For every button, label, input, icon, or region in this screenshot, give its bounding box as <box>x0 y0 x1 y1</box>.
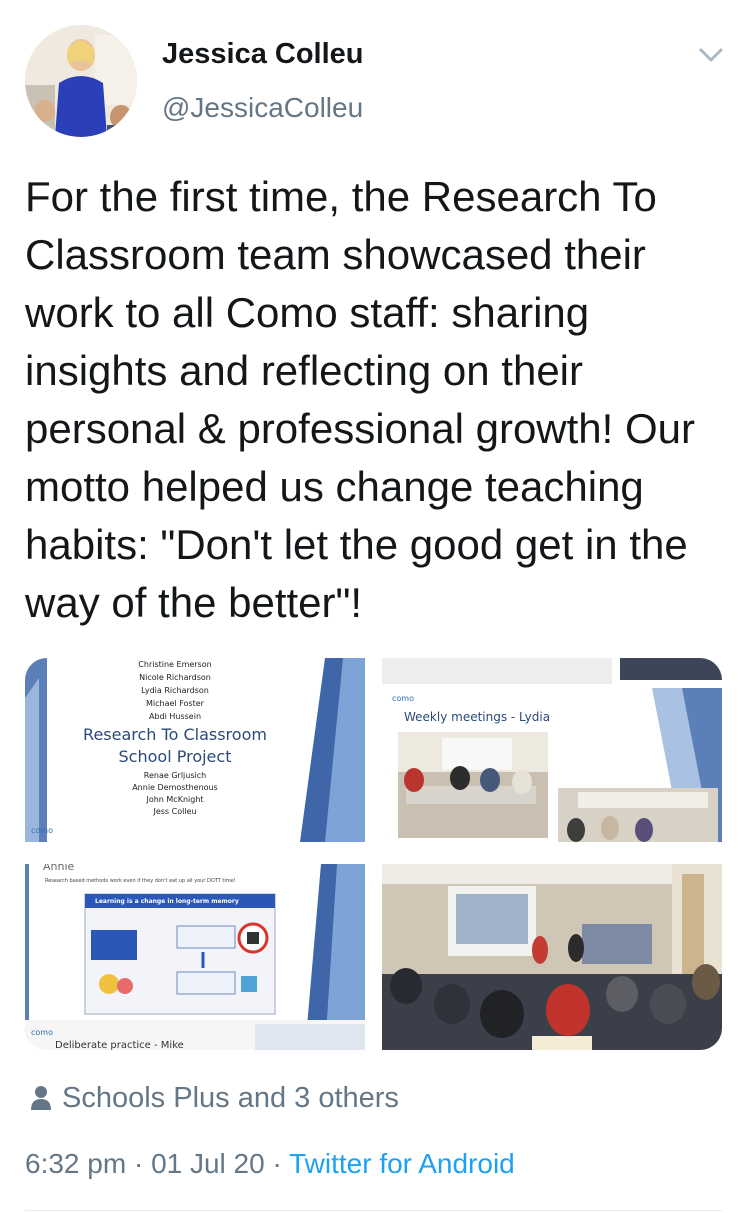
slide-header: Annie <box>43 864 75 873</box>
tweet-meta: 6:32 pm · 01 Jul 20 · Twitter for Androi… <box>25 1148 515 1180</box>
slide-names-bottom: Renae Grljusich Annie Demosthenous John … <box>132 771 218 816</box>
meta-separator: · <box>272 1148 290 1179</box>
media-slide-learning[interactable]: Annie Research based methods work even i… <box>25 864 365 1050</box>
tweet-header: Jessica Colleu @JessicaColleu <box>0 0 747 150</box>
slide-title: Research To Classroom School Project <box>83 725 267 766</box>
slide-names-top: Christine Emerson Nicole Richardson Lydi… <box>138 660 212 721</box>
tweet-text: For the first time, the Research To Clas… <box>25 173 696 626</box>
como-logo: como <box>31 1028 53 1037</box>
slide-subtitle: Research based methods work even if they… <box>45 878 236 884</box>
divider <box>25 1210 722 1211</box>
avatar[interactable] <box>25 25 137 137</box>
social-context-text: Schools Plus and 3 others <box>62 1081 399 1114</box>
tweet-date[interactable]: 01 Jul 20 <box>151 1148 265 1179</box>
tweet-time[interactable]: 6:32 pm <box>25 1148 126 1179</box>
media-grid[interactable]: Christine Emerson Nicole Richardson Lydi… <box>25 658 722 1050</box>
tweet-source-link[interactable]: Twitter for Android <box>289 1148 515 1179</box>
social-context[interactable]: Schools Plus and 3 others <box>30 1080 399 1116</box>
media-photo-presentation[interactable] <box>382 864 722 1050</box>
slide-title: Weekly meetings - Lydia <box>404 710 551 724</box>
media-slide-title[interactable]: Christine Emerson Nicole Richardson Lydi… <box>25 658 365 842</box>
slide-footer: Deliberate practice - Mike <box>55 1040 184 1050</box>
meta-separator: · <box>133 1148 152 1179</box>
diagram-title: Learning is a change in long-term memory <box>95 898 239 905</box>
person-icon <box>31 1086 51 1110</box>
author-handle[interactable]: @JessicaColleu <box>162 92 363 124</box>
chevron-down-icon[interactable] <box>697 44 725 66</box>
author-name[interactable]: Jessica Colleu <box>162 38 364 71</box>
como-logo: como <box>31 826 53 835</box>
media-slide-meetings[interactable]: como Weekly meetings - Lydia <box>382 658 722 842</box>
como-logo: como <box>392 694 414 703</box>
